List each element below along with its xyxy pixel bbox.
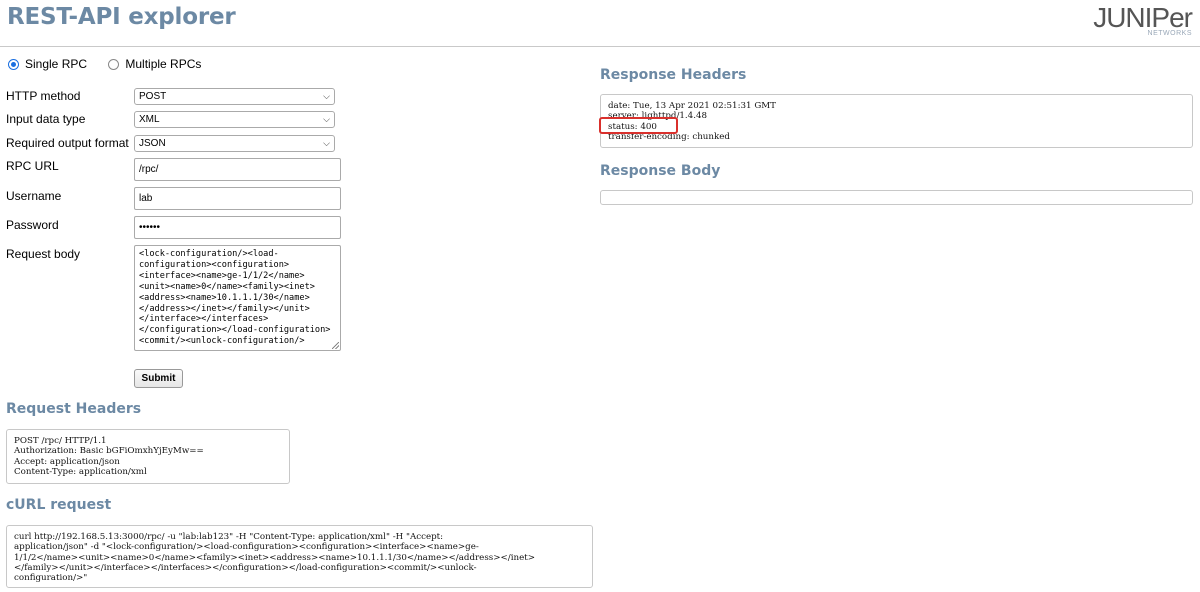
single-rpc-radio[interactable] [8, 58, 19, 70]
request-headers-title: Request Headers [6, 401, 142, 417]
single-rpc-label: Single RPC [25, 57, 88, 71]
response-headers-box: date: Tue, 13 Apr 2021 02:51:31 GMT serv… [600, 94, 1193, 148]
submit-button[interactable]: Submit [134, 369, 183, 388]
status-highlight-box [599, 117, 678, 134]
http-method-select[interactable]: POST ⌵ [134, 88, 335, 105]
password-input[interactable]: •••••• [134, 216, 341, 239]
resize-grip-icon[interactable] [332, 342, 339, 349]
request-headers-box: POST /rpc/ HTTP/1.1 Authorization: Basic… [6, 429, 290, 484]
app-title: REST-API explorer [7, 4, 236, 30]
input-data-type-label: Input data type [6, 112, 86, 126]
output-format-label: Required output format [6, 136, 129, 150]
username-label: Username [6, 189, 62, 203]
output-format-select[interactable]: JSON ⌵ [134, 135, 335, 152]
response-headers-title: Response Headers [600, 67, 747, 83]
password-label: Password [6, 218, 59, 232]
chevron-down-icon: ⌵ [323, 138, 330, 148]
rpc-url-input[interactable]: /rpc/ [134, 158, 341, 181]
juniper-logo: JUNIPer NETWORKS [1082, 2, 1193, 38]
request-body-textarea[interactable]: <lock-configuration/><load- configuratio… [134, 245, 341, 351]
chevron-down-icon: ⌵ [323, 91, 330, 101]
curl-request-box: curl http://192.168.5.13:3000/rpc/ -u "l… [6, 525, 593, 588]
request-body-label: Request body [6, 247, 81, 261]
username-input[interactable]: lab [134, 187, 341, 210]
rpc-url-label: RPC URL [6, 159, 59, 173]
input-data-type-select[interactable]: XML ⌵ [134, 111, 335, 128]
curl-request-title: cURL request [6, 497, 112, 513]
multiple-rpcs-radio[interactable] [108, 58, 120, 70]
input-data-type-value: XML [139, 114, 160, 125]
http-method-label: HTTP method [6, 89, 81, 103]
app-header: REST-API explorer JUNIPer NETWORKS [0, 0, 1200, 47]
output-format-value: JSON [139, 138, 166, 149]
rpc-mode-group: Single RPC Multiple RPCs [8, 57, 219, 73]
multiple-rpcs-option[interactable]: Multiple RPCs [108, 57, 201, 71]
multiple-rpcs-label: Multiple RPCs [125, 57, 202, 71]
chevron-down-icon: ⌵ [323, 114, 330, 124]
request-body-text: <lock-configuration/><load- configuratio… [139, 249, 331, 347]
single-rpc-option[interactable]: Single RPC [8, 57, 87, 71]
response-body-box [600, 190, 1193, 205]
http-method-value: POST [139, 91, 167, 102]
logo-text: JUNIPer [1093, 2, 1193, 33]
response-body-title: Response Body [600, 163, 721, 179]
